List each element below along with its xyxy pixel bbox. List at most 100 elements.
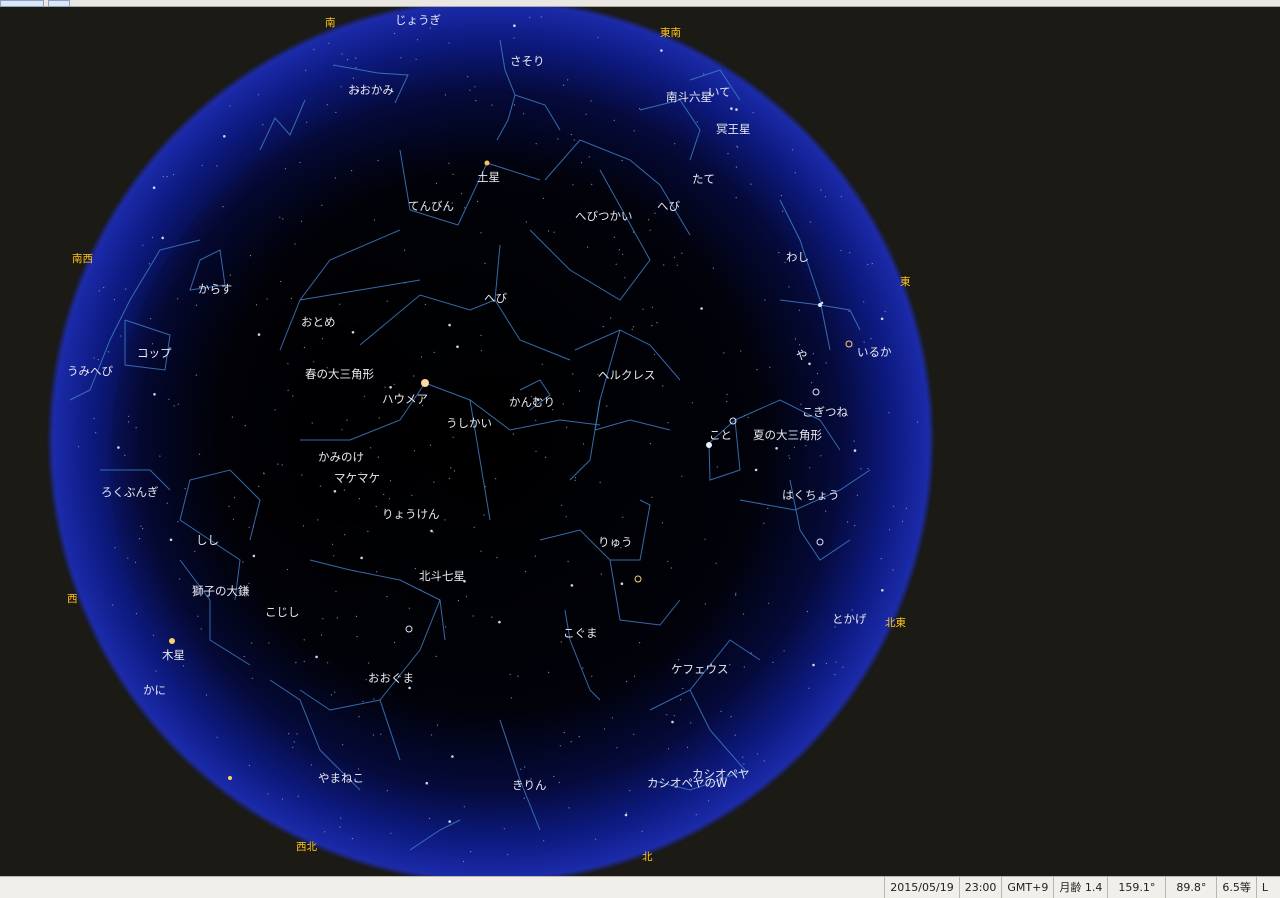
background-star [346, 419, 348, 421]
background-star [641, 830, 643, 832]
background-star [716, 466, 718, 468]
background-star [624, 813, 628, 817]
background-star [503, 828, 505, 830]
background-star [384, 386, 386, 388]
background-star [789, 457, 791, 459]
background-star [834, 626, 836, 628]
planisphere-view[interactable]: 南 東南 東 北東 北 西北 西 南西 じょうぎ さそり おおかみ 南斗六星 い… [0, 7, 1280, 876]
background-star [812, 663, 815, 667]
background-star [358, 716, 360, 718]
background-star [432, 531, 434, 533]
background-star [618, 249, 621, 251]
background-star [97, 359, 99, 361]
background-star [632, 326, 635, 328]
background-star [290, 297, 292, 300]
background-star [351, 170, 353, 172]
direction-southeast: 東南 [660, 26, 681, 39]
background-star [808, 687, 810, 689]
background-star [867, 263, 869, 266]
background-star [660, 49, 663, 52]
background-star [588, 156, 590, 158]
label-kani: かに [143, 683, 166, 697]
background-star [809, 221, 811, 223]
background-star [386, 790, 388, 792]
background-star [267, 793, 269, 795]
background-star [335, 590, 337, 592]
background-star [477, 200, 479, 203]
background-star [778, 252, 780, 254]
background-star [662, 385, 664, 387]
background-star [892, 569, 894, 571]
background-star [320, 634, 323, 636]
background-star [321, 204, 323, 206]
background-star [394, 32, 396, 35]
background-star [292, 746, 294, 748]
direction-northeast: 北東 [885, 616, 906, 629]
background-star [284, 168, 287, 170]
label-ryuu: りゅう [598, 535, 633, 549]
background-star [340, 817, 342, 819]
background-star [557, 138, 559, 140]
background-star [671, 720, 674, 724]
background-star [611, 717, 614, 719]
background-star [444, 519, 446, 521]
background-star [624, 277, 626, 279]
background-star [809, 467, 811, 469]
background-star [328, 42, 330, 44]
background-star [380, 733, 382, 735]
background-star [572, 373, 574, 375]
background-star [535, 143, 537, 145]
background-star [429, 444, 432, 446]
toolbar-button-2[interactable] [48, 0, 70, 7]
toolbar [0, 0, 1280, 7]
label-hercules: ヘルクレス [598, 368, 656, 382]
background-star [704, 538, 706, 540]
background-star [820, 455, 822, 457]
background-star [622, 516, 624, 518]
label-makemake: マケマケ [334, 471, 380, 485]
background-star [602, 326, 604, 328]
background-star [726, 401, 728, 403]
background-star [523, 113, 525, 115]
background-star [667, 422, 669, 424]
background-star [880, 558, 882, 560]
background-star [435, 655, 437, 658]
background-star [244, 425, 246, 427]
background-star [389, 386, 392, 389]
background-star [287, 568, 289, 571]
background-star [424, 303, 426, 305]
background-star [394, 641, 396, 644]
label-otome: おとめ [301, 315, 336, 329]
background-star [152, 343, 154, 345]
background-star [752, 112, 754, 114]
label-yamaneko: やまねこ [318, 771, 364, 785]
background-star [480, 232, 482, 234]
background-star [472, 615, 474, 617]
background-star [881, 589, 884, 592]
background-star [825, 662, 828, 665]
background-star [448, 42, 450, 44]
background-star [232, 518, 235, 520]
background-star [257, 94, 259, 96]
background-star [496, 557, 498, 559]
background-star [457, 600, 459, 602]
background-star [339, 303, 341, 305]
background-star [567, 560, 569, 563]
background-star [690, 722, 692, 724]
label-karasu: からす [198, 282, 232, 296]
background-star [335, 111, 337, 113]
background-star [294, 243, 296, 245]
toolbar-button-1[interactable] [0, 0, 44, 7]
status-mode: L [1255, 877, 1280, 898]
background-star [825, 362, 827, 364]
background-star [266, 298, 268, 300]
background-star [517, 675, 519, 677]
background-star [303, 346, 305, 349]
background-star [788, 286, 790, 288]
direction-southwest: 南西 [72, 252, 93, 265]
background-star [491, 616, 493, 618]
background-star [135, 427, 137, 429]
background-star [566, 426, 568, 428]
background-star [806, 610, 809, 613]
background-star [375, 505, 377, 508]
